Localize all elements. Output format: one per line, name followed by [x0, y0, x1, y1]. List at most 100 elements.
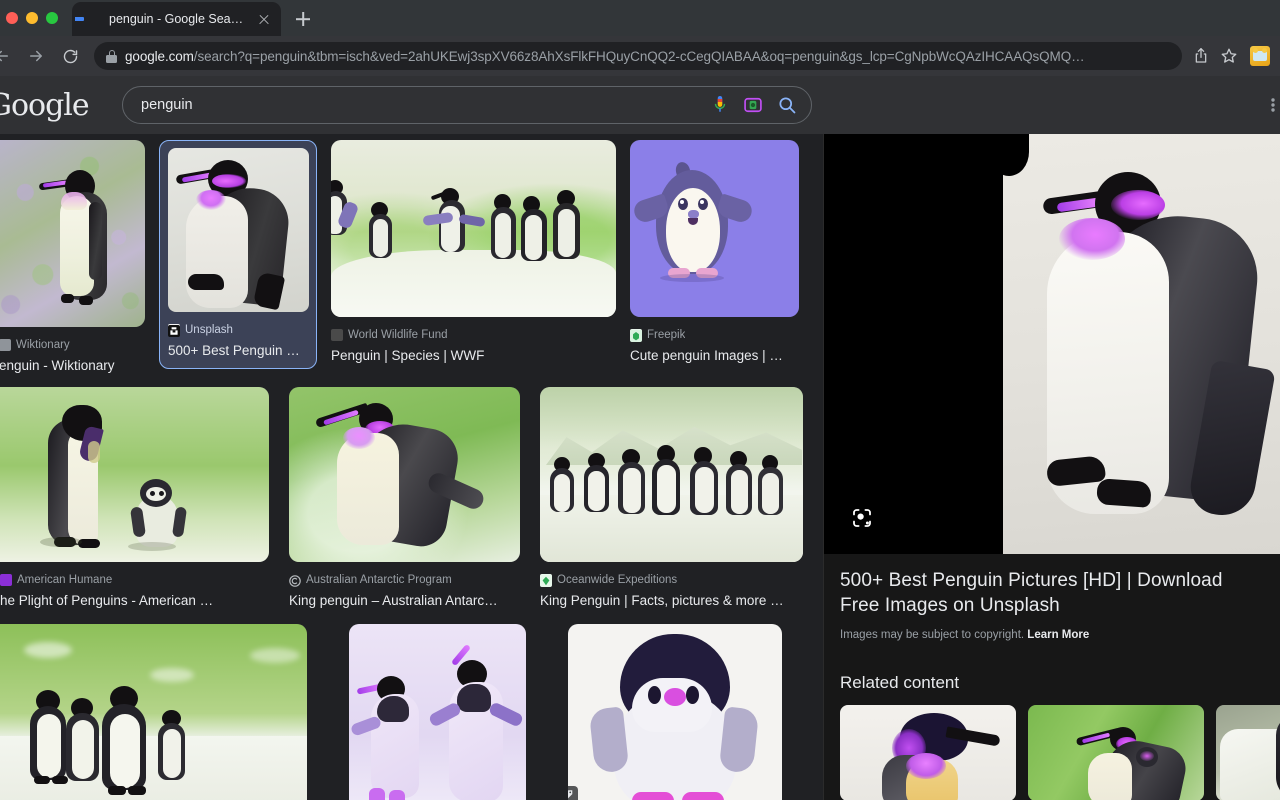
- search-box[interactable]: penguin: [122, 86, 812, 124]
- reload-icon[interactable]: [54, 40, 86, 72]
- related-thumbnail[interactable]: [1028, 705, 1204, 800]
- close-icon[interactable]: [255, 10, 273, 28]
- result-thumbnail[interactable]: [0, 624, 307, 800]
- result-thumbnail[interactable]: [331, 140, 616, 317]
- results-row-3: [0, 624, 823, 800]
- image-detail-panel: 500+ Best Penguin Pictures [HD] | Downlo…: [823, 134, 1280, 800]
- result-source: Oceanwide Expeditions: [540, 572, 803, 588]
- result-thumbnail[interactable]: [630, 140, 799, 317]
- related-thumbnail[interactable]: [840, 705, 1016, 800]
- result-thumbnail[interactable]: [289, 387, 520, 562]
- maximize-window-button[interactable]: [46, 12, 58, 24]
- header-overflow-icon[interactable]: [1266, 96, 1280, 114]
- microphone-icon[interactable]: [711, 94, 729, 116]
- browser-toolbar: google.com/search?q=penguin&tbm=isch&ved…: [0, 36, 1280, 76]
- learn-more-link[interactable]: Learn More: [1027, 629, 1089, 641]
- result-title[interactable]: Cute penguin Images | …: [630, 347, 799, 365]
- result-thumbnail[interactable]: [0, 387, 269, 562]
- google-g-icon: [84, 11, 100, 27]
- new-tab-button[interactable]: [289, 5, 317, 33]
- result-title[interactable]: King penguin – Australian Antarc…: [289, 592, 520, 610]
- result-title[interactable]: King Penguin | Facts, pictures & more …: [540, 592, 803, 610]
- result-card[interactable]: [568, 624, 782, 800]
- forward-arrow-icon[interactable]: [20, 40, 52, 72]
- result-thumbnail[interactable]: [349, 624, 526, 800]
- result-source: Freepik: [630, 327, 799, 343]
- source-name: Oceanwide Expeditions: [557, 574, 678, 586]
- source-name: Australian Antarctic Program: [306, 574, 452, 586]
- result-meta: Wiktionary enguin - Wiktionary: [0, 327, 145, 375]
- google-lens-icon[interactable]: [848, 504, 876, 532]
- lock-icon: [106, 49, 117, 63]
- result-card[interactable]: Wiktionary enguin - Wiktionary: [0, 140, 145, 375]
- result-card[interactable]: [349, 624, 526, 800]
- copyright-notice: Images may be subject to copyright. Lear…: [840, 629, 1264, 641]
- url-domain: google.com: [125, 48, 194, 64]
- result-thumbnail[interactable]: [568, 624, 782, 800]
- favicon-icon: [289, 574, 301, 587]
- image-results-grid: Wiktionary enguin - Wiktionary Unsplash …: [0, 134, 823, 800]
- star-icon[interactable]: [1216, 43, 1242, 69]
- page-content: Google penguin: [0, 76, 1280, 800]
- window-traffic-lights: [0, 0, 68, 36]
- result-card[interactable]: World Wildlife Fund Penguin | Species | …: [331, 140, 616, 365]
- result-source: American Humane: [0, 572, 269, 588]
- result-source: Wiktionary: [0, 337, 145, 353]
- search-magnifier-icon[interactable]: [777, 95, 797, 115]
- result-source: Australian Antarctic Program: [289, 572, 520, 588]
- address-bar[interactable]: google.com/search?q=penguin&tbm=isch&ved…: [94, 42, 1182, 70]
- google-logo[interactable]: Google: [0, 88, 106, 123]
- source-name: Freepik: [647, 329, 686, 341]
- related-thumbnail[interactable]: [1216, 705, 1280, 800]
- search-input[interactable]: penguin: [141, 97, 697, 113]
- result-meta: World Wildlife Fund Penguin | Species | …: [331, 317, 616, 365]
- hero-image[interactable]: [1003, 134, 1280, 554]
- minimize-window-button[interactable]: [26, 12, 38, 24]
- browser-tab[interactable]: penguin - Google Search: [72, 2, 281, 36]
- back-arrow-icon[interactable]: [0, 40, 18, 72]
- result-title[interactable]: enguin - Wiktionary: [0, 357, 145, 375]
- result-meta: American Humane he Plight of Penguins - …: [0, 562, 269, 610]
- result-title[interactable]: he Plight of Penguins - American …: [0, 592, 269, 610]
- result-card[interactable]: Oceanwide Expeditions King Penguin | Fac…: [540, 387, 803, 610]
- result-card[interactable]: Freepik Cute penguin Images | …: [630, 140, 799, 365]
- tab-strip: penguin - Google Search: [0, 0, 1280, 36]
- result-card[interactable]: American Humane he Plight of Penguins - …: [0, 387, 269, 610]
- result-thumbnail[interactable]: [0, 140, 145, 327]
- source-name: Wiktionary: [16, 339, 70, 351]
- url-path: /search?q=penguin&tbm=isch&ved=2ahUKEwj3…: [193, 48, 1085, 64]
- favicon-icon: [331, 329, 343, 341]
- result-card[interactable]: [0, 624, 307, 800]
- close-window-button[interactable]: [6, 12, 18, 24]
- product-tag-icon: [568, 786, 578, 800]
- detail-title[interactable]: 500+ Best Penguin Pictures [HD] | Downlo…: [840, 568, 1264, 618]
- results-row-2: American Humane he Plight of Penguins - …: [0, 387, 823, 610]
- result-title[interactable]: Penguin | Species | WWF: [331, 347, 616, 365]
- share-icon[interactable]: [1188, 43, 1214, 69]
- result-thumbnail[interactable]: [540, 387, 803, 562]
- source-name: American Humane: [17, 574, 113, 586]
- copyright-text: Images may be subject to copyright.: [840, 629, 1025, 641]
- extension-avatar-icon[interactable]: [1250, 46, 1270, 66]
- result-source: World Wildlife Fund: [331, 327, 616, 343]
- result-card-selected[interactable]: Unsplash 500+ Best Penguin …: [159, 140, 317, 369]
- google-lens-camera-icon[interactable]: [743, 95, 763, 115]
- favicon-icon: [0, 339, 11, 351]
- browser-window: penguin - Google Search google.com/searc…: [0, 0, 1280, 800]
- favicon-icon: [0, 574, 12, 586]
- source-name: World Wildlife Fund: [348, 329, 448, 341]
- panel-info: 500+ Best Penguin Pictures [HD] | Downlo…: [824, 554, 1280, 655]
- results-row-1: Wiktionary enguin - Wiktionary Unsplash …: [0, 140, 823, 375]
- favicon-icon: [540, 574, 552, 587]
- url-text: google.com/search?q=penguin&tbm=isch&ved…: [125, 49, 1172, 64]
- source-name: Unsplash: [185, 324, 233, 336]
- result-source: Unsplash: [168, 322, 308, 338]
- favicon-icon: [168, 324, 180, 337]
- result-card[interactable]: Australian Antarctic Program King pengui…: [289, 387, 520, 610]
- hero-image-container[interactable]: [824, 134, 1280, 554]
- result-title[interactable]: 500+ Best Penguin …: [168, 342, 308, 360]
- related-content-heading: Related content: [840, 673, 960, 692]
- result-meta: Unsplash 500+ Best Penguin …: [168, 312, 308, 360]
- result-thumbnail[interactable]: [168, 148, 309, 312]
- result-meta: Australian Antarctic Program King pengui…: [289, 562, 520, 610]
